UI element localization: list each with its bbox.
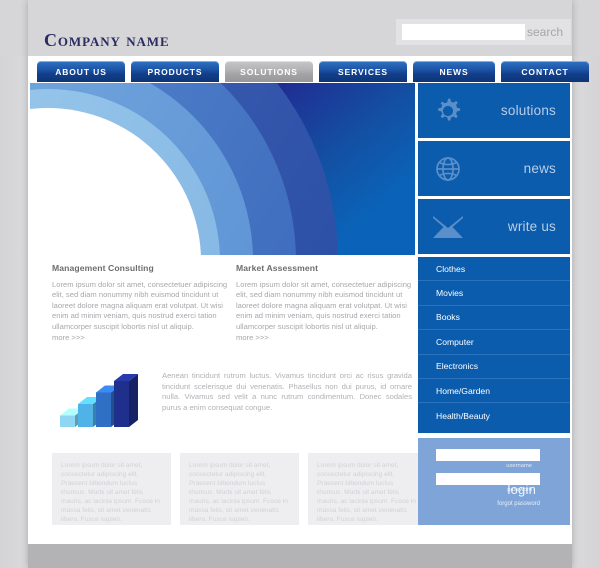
search-input[interactable] (402, 24, 525, 40)
content-column-1: Management Consulting Lorem ipsum dolor … (52, 263, 228, 342)
hero-box-news[interactable]: news (418, 141, 570, 196)
site-header: Company name search (28, 0, 572, 56)
column-heading: Management Consulting (52, 263, 154, 273)
login-button[interactable]: login (508, 482, 536, 497)
search-box: search (396, 19, 571, 45)
category-item-health-beauty[interactable]: Health/Beauty (418, 403, 570, 427)
hero-banner: solutions news write us (28, 82, 572, 256)
hero-box-label: solutions (500, 103, 556, 118)
hero-artwork (30, 83, 415, 255)
bar-4 (114, 374, 138, 427)
category-label: Health/Beauty (436, 410, 490, 421)
nav-item-label: NEWS (439, 66, 469, 77)
username-label: username (506, 463, 532, 469)
nav-item-label: CONTACT (521, 66, 569, 77)
main-navigation: ABOUT US PRODUCTS SOLUTIONS SERVICES NEWS CON… (28, 61, 589, 82)
nav-item-services[interactable]: SERVICES (319, 61, 407, 82)
nav-item-label: ABOUT US (55, 66, 107, 77)
feature-paragraph: Aenean tincidunt rutrum luctus. Vivamus … (162, 371, 412, 412)
nav-item-label: PRODUCTS (147, 66, 203, 77)
bottom-box-text: Lorem ipsum dolor sit amet, consectetur … (189, 462, 288, 523)
nav-item-products[interactable]: PRODUCTS (131, 61, 219, 82)
envelope-icon (424, 214, 472, 240)
nav-item-news[interactable]: NEWS (413, 61, 495, 82)
nav-item-contact[interactable]: CONTACT (501, 61, 589, 82)
more-link[interactable]: more >>> (236, 333, 412, 342)
category-item-movies[interactable]: Movies (418, 281, 570, 306)
feature-row: Aenean tincidunt rutrum luctus. Vivamus … (52, 367, 412, 431)
hero-box-solutions[interactable]: solutions (418, 83, 570, 138)
nav-item-solutions[interactable]: SOLUTIONS (225, 61, 313, 82)
category-label: Electronics (436, 361, 479, 372)
bar-chart-graphic (52, 367, 157, 431)
forgot-password-link[interactable]: forgot password (497, 501, 540, 507)
nav-item-label: SERVICES (337, 66, 389, 77)
hero-box-label: news (523, 161, 556, 176)
category-label: Clothes (436, 263, 466, 274)
category-list: Clothes Movies Books Computer Electronics Hom… (418, 257, 570, 433)
login-panel: username password login forgot password (418, 438, 570, 525)
hero-side-boxes: solutions news write us (418, 83, 570, 255)
bottom-box-3: Lorem ipsum dolor sit amet, consectetur … (308, 453, 427, 525)
category-label: Computer (436, 336, 474, 347)
bottom-box-text: Lorem ipsum dolor sit amet, consectetur … (61, 462, 160, 523)
category-item-computer[interactable]: Computer (418, 330, 570, 355)
bottom-box-text: Lorem ipsum dolor sit amet, consectetur … (317, 462, 416, 523)
content-column-2: Market Assessment Lorem ipsum dolor sit … (236, 263, 412, 342)
category-item-books[interactable]: Books (418, 306, 570, 331)
hero-box-write-us[interactable]: write us (418, 199, 570, 254)
search-button[interactable]: search (527, 25, 563, 39)
nav-item-label: SOLUTIONS (240, 66, 298, 77)
bottom-box-2: Lorem ipsum dolor sit amet, consectetur … (180, 453, 299, 525)
category-item-electronics[interactable]: Electronics (418, 355, 570, 379)
category-label: Books (436, 312, 460, 323)
username-input[interactable] (436, 449, 540, 461)
bar-chart-svg (60, 374, 138, 427)
more-link[interactable]: more >>> (52, 333, 228, 342)
main-content: Management Consulting Lorem ipsum dolor … (28, 257, 572, 540)
site-footer (28, 544, 572, 568)
column-heading: Market Assessment (236, 263, 319, 273)
company-name: Company name (44, 30, 170, 50)
hero-box-label: write us (507, 219, 556, 234)
column-body: Lorem ipsum dolor sit amet, consectetuer… (52, 280, 228, 331)
category-label: Home/Garden (436, 385, 490, 396)
page-background: Company name search ABOUT US PRODUCTS SOLU… (0, 0, 600, 568)
globe-icon (424, 154, 472, 184)
category-item-home-garden[interactable]: Home/Garden (418, 379, 570, 404)
category-label: Movies (436, 288, 464, 299)
bottom-box-1: Lorem ipsum dolor sit amet, consectetur … (52, 453, 171, 525)
nav-item-about-us[interactable]: ABOUT US (37, 61, 125, 82)
hero-arcs-graphic (30, 83, 415, 255)
gear-icon (424, 96, 472, 126)
column-body: Lorem ipsum dolor sit amet, consectetuer… (236, 280, 412, 331)
category-item-clothes[interactable]: Clothes (418, 257, 570, 282)
